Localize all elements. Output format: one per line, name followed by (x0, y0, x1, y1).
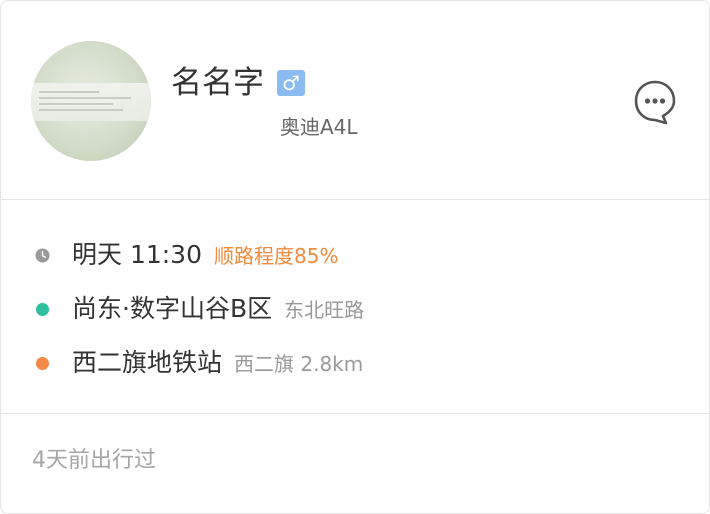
chat-bubble-icon (634, 80, 676, 125)
destination-detail: 西二旗 2.8km (234, 352, 364, 376)
trip-time-row: 明天 11:30 顺路程度85% (1, 235, 709, 275)
driver-name: 名名字 (171, 65, 264, 101)
trip-time: 明天 11:30 (72, 240, 202, 269)
divider (1, 413, 709, 414)
route-match-rate: 顺路程度85% (214, 244, 339, 268)
chat-button[interactable] (633, 79, 677, 125)
clock-icon (35, 248, 50, 263)
last-trip-text: 4天前出行过 (32, 448, 156, 473)
origin-detail: 东北旺路 (284, 298, 365, 322)
origin-dot-icon (36, 303, 49, 316)
origin-name: 尚东·数字山谷B区 (72, 294, 273, 323)
origin-row: 尚东·数字山谷B区 东北旺路 (1, 289, 709, 329)
car-model: 奥迪A4L (280, 115, 358, 139)
driver-card[interactable]: 名名字 ♂ 奥迪A4L 明天 11:30 顺路程度85% 尚东·数字山谷B区 东北旺… (0, 0, 710, 514)
avatar-photo-screen (31, 83, 151, 121)
destination-dot-icon (36, 357, 49, 370)
divider (1, 199, 709, 200)
destination-name: 西二旗地铁站 (72, 348, 223, 377)
destination-row: 西二旗地铁站 西二旗 2.8km (1, 343, 709, 383)
avatar[interactable] (31, 41, 151, 161)
male-gender-icon: ♂ (277, 70, 305, 96)
